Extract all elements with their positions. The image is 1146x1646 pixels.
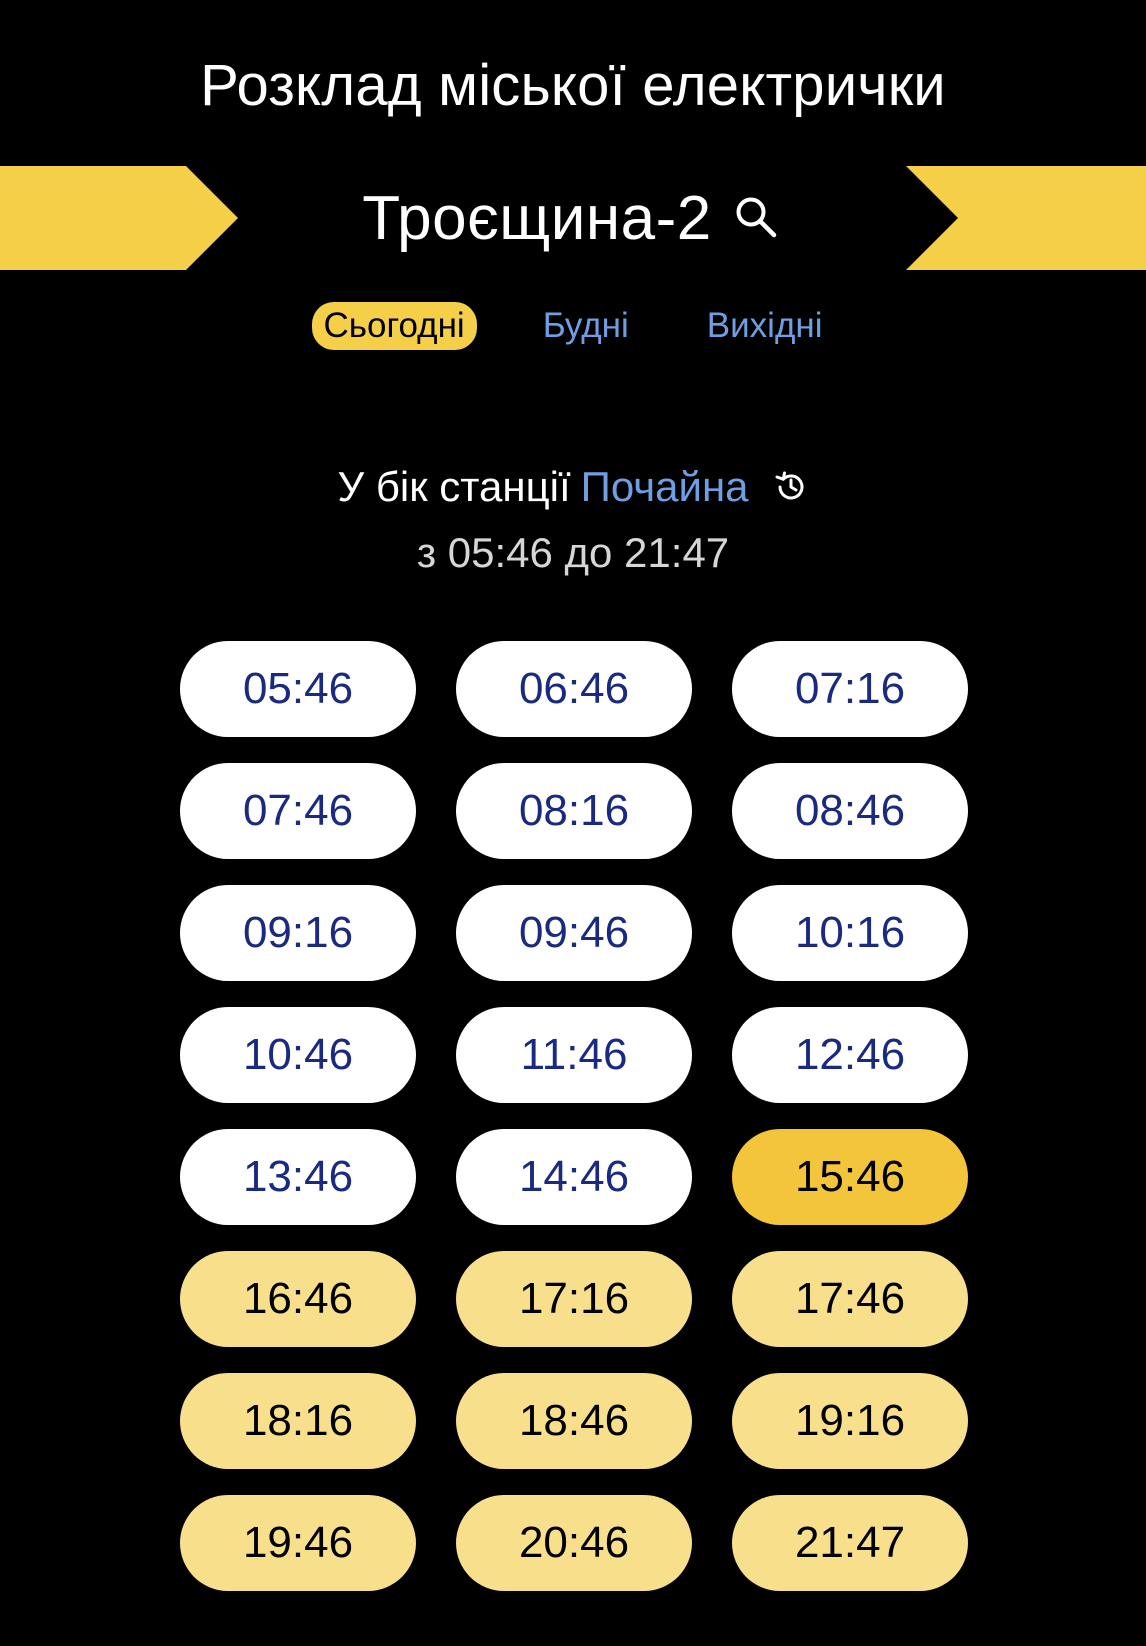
search-icon[interactable] <box>730 191 784 245</box>
station-name[interactable]: Троєщина-2 <box>362 183 711 254</box>
departure-time-past[interactable]: 08:46 <box>732 763 968 859</box>
destination-station[interactable]: Почайна <box>581 460 749 514</box>
direction-prefix: У бік станції <box>337 463 571 510</box>
departure-time-upcoming[interactable]: 17:46 <box>732 1251 968 1347</box>
departure-time-past[interactable]: 10:46 <box>180 1007 416 1103</box>
departure-time-past[interactable]: 07:46 <box>180 763 416 859</box>
departure-time-upcoming[interactable]: 20:46 <box>456 1495 692 1591</box>
departure-time-past[interactable]: 13:46 <box>180 1129 416 1225</box>
tab-weekends[interactable]: Вихідні <box>695 302 835 350</box>
tab-today[interactable]: Сьогодні <box>311 302 477 350</box>
departure-time-upcoming[interactable]: 18:16 <box>180 1373 416 1469</box>
day-tabs: Сьогодні Будні Вихідні <box>0 302 1146 350</box>
departure-time-past[interactable]: 14:46 <box>456 1129 692 1225</box>
departure-time-upcoming[interactable]: 17:16 <box>456 1251 692 1347</box>
departure-time-past[interactable]: 09:16 <box>180 885 416 981</box>
history-icon[interactable] <box>773 469 809 505</box>
departure-time-past[interactable]: 11:46 <box>456 1007 692 1103</box>
next-station-arrow[interactable] <box>906 166 1146 270</box>
departure-time-current[interactable]: 15:46 <box>732 1129 968 1225</box>
prev-station-arrow[interactable] <box>0 166 240 270</box>
tab-weekdays[interactable]: Будні <box>531 302 641 350</box>
departure-time-past[interactable]: 06:46 <box>456 641 692 737</box>
direction-heading: У бік станції Почайна <box>0 460 1146 514</box>
departure-time-upcoming[interactable]: 19:46 <box>180 1495 416 1591</box>
departure-time-past[interactable]: 07:16 <box>732 641 968 737</box>
departure-time-past[interactable]: 12:46 <box>732 1007 968 1103</box>
departure-time-upcoming[interactable]: 21:47 <box>732 1495 968 1591</box>
page-title: Розклад міської електрички <box>200 53 946 118</box>
departure-time-upcoming[interactable]: 18:46 <box>456 1373 692 1469</box>
departure-times-grid: 05:46 06:46 07:16 07:46 08:16 08:46 09:16 09:46… <box>180 641 968 1591</box>
departure-time-past[interactable]: 09:46 <box>456 885 692 981</box>
departure-time-upcoming[interactable]: 16:46 <box>180 1251 416 1347</box>
departure-time-past[interactable]: 05:46 <box>180 641 416 737</box>
station-selector[interactable]: Троєщина-2 <box>240 166 906 270</box>
departure-time-upcoming[interactable]: 19:16 <box>732 1373 968 1469</box>
time-range: з 05:46 до 21:47 <box>416 529 730 576</box>
departure-time-past[interactable]: 08:16 <box>456 763 692 859</box>
departure-time-past[interactable]: 10:16 <box>732 885 968 981</box>
